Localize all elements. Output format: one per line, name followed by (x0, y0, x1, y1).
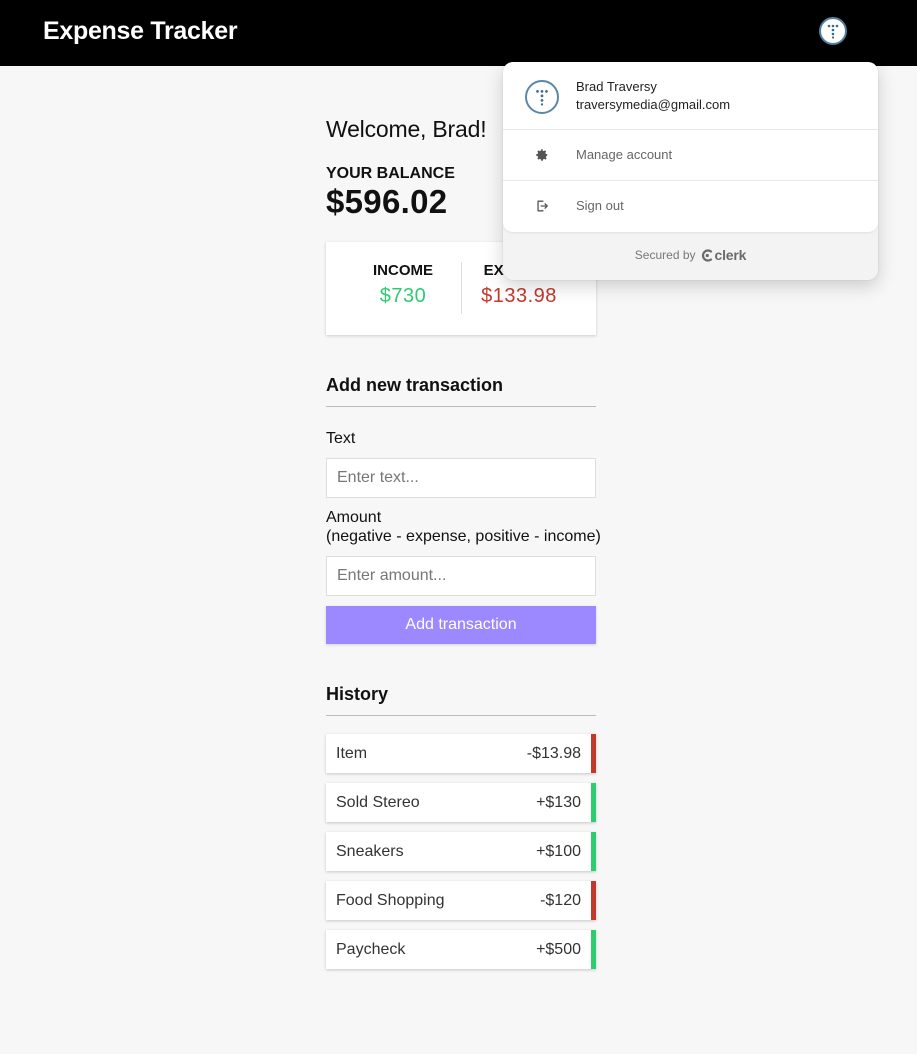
income-indicator-bar (591, 832, 596, 871)
income-label: INCOME (373, 262, 433, 279)
history-item-text: Sold Stereo (336, 793, 420, 811)
brand-title: Expense Tracker (43, 17, 238, 45)
welcome-heading: Welcome, Brad! (326, 116, 487, 142)
history-item-amount: +$100 (536, 842, 581, 860)
gear-icon (536, 149, 548, 161)
user-avatar-button[interactable] (819, 17, 847, 45)
sign-out-label: Sign out (576, 198, 624, 213)
clerk-logo-text: clerk (714, 247, 747, 263)
balance-label: YOUR BALANCE (326, 165, 455, 182)
history-item[interactable]: Paycheck +$500 (326, 930, 596, 969)
user-info: Brad Traversy traversymedia@gmail.com (503, 62, 878, 130)
manage-account-button[interactable]: Manage account (503, 130, 878, 181)
history-item[interactable]: Item -$13.98 (326, 734, 596, 773)
expense-amount: $133.98 (481, 285, 557, 307)
history-item[interactable]: Sold Stereo +$130 (326, 783, 596, 822)
user-menu-card: Brad Traversy traversymedia@gmail.com Ma… (503, 62, 878, 232)
add-transaction-button[interactable]: Add transaction (326, 606, 596, 644)
history-heading: History (326, 684, 596, 716)
clerk-logo-icon (701, 248, 712, 262)
history-item-text: Sneakers (336, 842, 404, 860)
income-indicator-bar (591, 930, 596, 969)
secured-by-text: Secured by (634, 248, 696, 262)
user-avatar-icon (536, 90, 548, 106)
user-email: traversymedia@gmail.com (576, 97, 731, 112)
income-column: INCOME $730 (343, 262, 463, 308)
history-item-text: Food Shopping (336, 891, 445, 909)
history-item-amount: +$500 (536, 940, 581, 958)
amount-input[interactable]: Enter amount... (326, 556, 596, 596)
history-item-amount: -$13.98 (526, 744, 581, 762)
history-item-amount: -$120 (540, 891, 581, 909)
text-label: Text (326, 430, 356, 447)
balance-amount: $596.02 (326, 183, 448, 220)
income-amount: $730 (379, 285, 427, 307)
navbar: Expense Tracker (0, 0, 917, 66)
history-item-text: Item (336, 744, 368, 762)
history-item[interactable]: Sneakers +$100 (326, 832, 596, 871)
sign-out-icon (537, 200, 548, 212)
history-list: Item -$13.98 Sold Stereo +$130 Sneakers … (326, 734, 596, 979)
secured-by-footer: Secured by clerk (503, 247, 878, 263)
history-item[interactable]: Food Shopping -$120 (326, 881, 596, 920)
amount-label-text: Amount (326, 509, 382, 526)
history-item-amount: +$130 (536, 793, 581, 811)
add-transaction-heading: Add new transaction (326, 375, 596, 407)
user-menu-popover: Brad Traversy traversymedia@gmail.com Ma… (503, 62, 878, 280)
amount-label: Amount (negative - expense, positive - i… (326, 508, 616, 546)
user-name: Brad Traversy (576, 79, 657, 94)
expense-indicator-bar (591, 881, 596, 920)
text-input[interactable]: Enter text... (326, 458, 596, 498)
expense-indicator-bar (591, 734, 596, 773)
user-avatar (525, 80, 559, 114)
history-item-text: Paycheck (336, 940, 406, 958)
amount-hint: (negative - expense, positive - income) (326, 528, 601, 545)
income-indicator-bar (591, 783, 596, 822)
clerk-logo[interactable]: clerk (701, 247, 747, 263)
user-avatar-icon (827, 24, 839, 39)
manage-account-label: Manage account (576, 147, 673, 162)
sign-out-button[interactable]: Sign out (503, 181, 878, 232)
